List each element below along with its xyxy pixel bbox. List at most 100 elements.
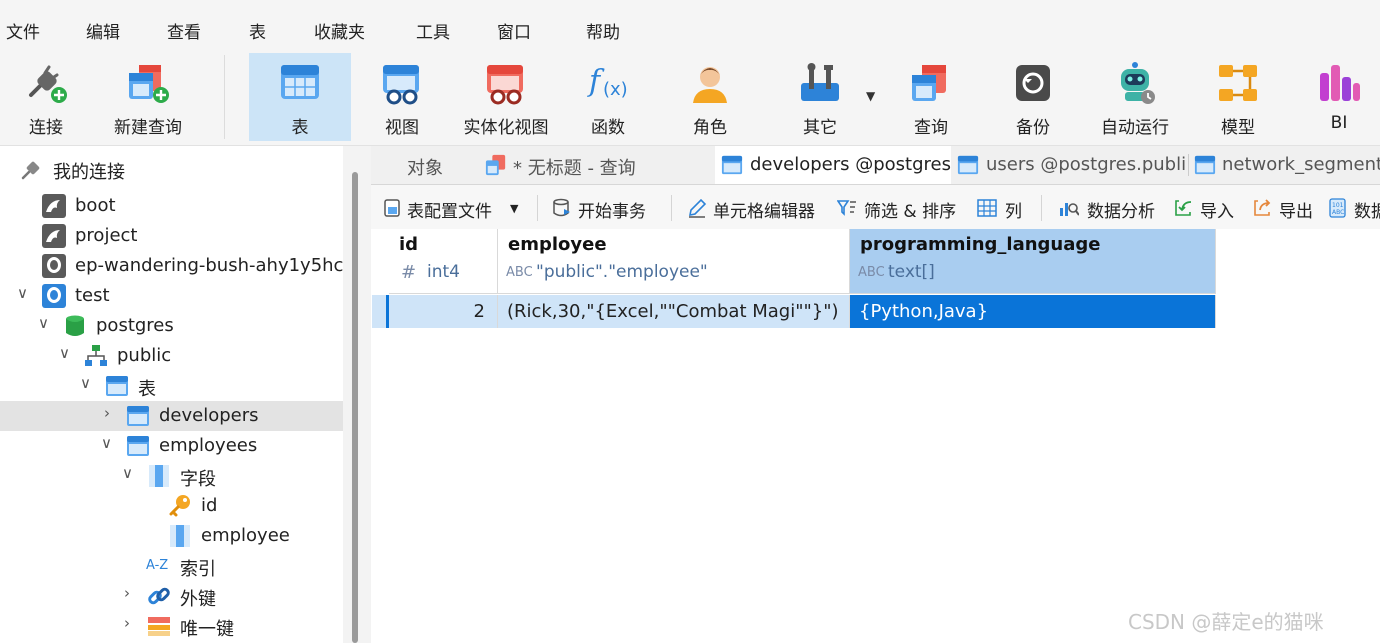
backup-button[interactable]: 备份 bbox=[990, 53, 1076, 141]
chevron-right-icon[interactable]: › bbox=[104, 404, 110, 422]
chevron-right-icon[interactable]: › bbox=[124, 614, 130, 632]
filter-sort-button[interactable]: 筛选 & 排序 bbox=[864, 197, 956, 222]
editor-tab-bar: 对象 * 无标题 - 查询 developers @postgres.publi… bbox=[371, 146, 1380, 185]
import-icon bbox=[1175, 200, 1192, 216]
tree-label-field-employee: employee bbox=[201, 525, 290, 546]
menu-view[interactable]: 查看 bbox=[167, 18, 201, 43]
new-query-label: 新建查询 bbox=[114, 118, 182, 138]
chevron-down-icon[interactable]: ∨ bbox=[59, 344, 70, 362]
export-icon bbox=[1254, 199, 1271, 216]
tab-developers[interactable]: developers @postgres.public bbox=[715, 146, 951, 184]
backup-label: 备份 bbox=[1016, 118, 1050, 138]
tree-item-test[interactable]: ∨ test bbox=[0, 281, 343, 311]
tree-item-public[interactable]: ∨ public bbox=[0, 341, 343, 371]
view-button[interactable]: 视图 bbox=[358, 53, 446, 141]
tab-network-segments[interactable]: network_segments bbox=[1190, 146, 1380, 184]
tree-label-indexes: 索引 bbox=[180, 559, 216, 580]
transaction-icon bbox=[553, 198, 570, 217]
chevron-down-icon[interactable]: ∨ bbox=[101, 434, 112, 452]
text-type-icon: ABC bbox=[858, 265, 885, 280]
config-dropdown-icon[interactable]: ▼ bbox=[510, 202, 518, 215]
menu-file[interactable]: 文件 bbox=[6, 18, 40, 43]
tree-label-ep-wandering-bush: ep-wandering-bush-ahy1y5hc- bbox=[75, 255, 350, 276]
tree-item-fields[interactable]: ∨ 字段 bbox=[0, 461, 343, 491]
chevron-down-icon[interactable]: ∨ bbox=[122, 464, 133, 482]
tab-untitled-query[interactable]: * 无标题 - 查询 bbox=[481, 146, 713, 184]
column-header-employee[interactable]: employee ABC "public"."employee" bbox=[498, 229, 850, 294]
tree-item-boot[interactable]: boot bbox=[0, 191, 343, 221]
connect-button[interactable]: 连接 bbox=[0, 53, 92, 141]
column-header-id[interactable]: id # int4 bbox=[389, 229, 498, 294]
export-button[interactable]: 导出 bbox=[1279, 197, 1313, 222]
connection-tree: 我的连接 boot project ep-wandering-bush-ahy1… bbox=[0, 146, 350, 643]
view-label: 视图 bbox=[385, 118, 419, 138]
tree-label-boot: boot bbox=[75, 195, 116, 216]
import-button[interactable]: 导入 bbox=[1200, 197, 1234, 222]
tab-developers-label: developers @postgres.public bbox=[750, 154, 951, 175]
other-button[interactable]: 其它 bbox=[776, 53, 864, 141]
postgresql-connection-icon bbox=[42, 254, 66, 278]
bi-button[interactable]: BI bbox=[1298, 53, 1380, 141]
table-cell-id[interactable]: 2 bbox=[389, 295, 498, 328]
menu-favorites[interactable]: 收藏夹 bbox=[314, 18, 365, 43]
tree-item-employees[interactable]: ∨ employees bbox=[0, 431, 343, 461]
tree-scrollbar[interactable] bbox=[352, 172, 358, 643]
query-button[interactable]: 查询 bbox=[888, 53, 974, 141]
table-config-button[interactable]: 表配置文件 bbox=[407, 197, 492, 222]
chevron-down-icon[interactable]: ∨ bbox=[80, 374, 91, 392]
menu-table[interactable]: 表 bbox=[249, 18, 266, 43]
chevron-down-icon[interactable]: ∨ bbox=[38, 314, 49, 332]
columns-button[interactable]: 列 bbox=[1005, 197, 1022, 222]
toolbar-divider bbox=[671, 195, 672, 221]
foreign-key-link-icon bbox=[148, 587, 170, 605]
model-label: 模型 bbox=[1221, 118, 1255, 138]
tree-root[interactable]: 我的连接 bbox=[0, 154, 343, 184]
menu-edit[interactable]: 编辑 bbox=[86, 18, 120, 43]
begin-transaction-button[interactable]: 开始事务 bbox=[578, 197, 646, 222]
automation-button[interactable]: 自动运行 bbox=[1090, 53, 1180, 141]
tree-item-ep-wandering-bush[interactable]: ep-wandering-bush-ahy1y5hc- bbox=[0, 251, 350, 281]
plug-icon bbox=[21, 161, 40, 180]
chevron-down-icon[interactable]: ∨ bbox=[17, 284, 28, 302]
tree-item-project[interactable]: project bbox=[0, 221, 343, 251]
unique-key-icon bbox=[148, 617, 170, 636]
watermark: CSDN @薛定e的猫咪 bbox=[1128, 610, 1324, 634]
tree-label-public: public bbox=[117, 345, 172, 366]
tab-untitled-query-label: * 无标题 - 查询 bbox=[513, 158, 636, 179]
materialized-view-button[interactable]: 实体化视图 bbox=[455, 53, 557, 141]
materialized-view-label: 实体化视图 bbox=[463, 118, 549, 138]
tree-item-postgres[interactable]: ∨ postgres bbox=[0, 311, 343, 341]
tree-item-foreign-keys[interactable]: › 外键 bbox=[0, 581, 343, 611]
user-role-icon bbox=[693, 67, 727, 103]
new-query-button[interactable]: 新建查询 bbox=[100, 53, 196, 141]
tab-users[interactable]: users @postgres.public bbox=[953, 146, 1187, 184]
function-button[interactable]: f (x) 函数 bbox=[566, 53, 650, 141]
filter-sort-icon bbox=[837, 200, 856, 216]
columns-icon bbox=[977, 199, 997, 217]
data-analysis-icon bbox=[1060, 203, 1079, 216]
menu-tools[interactable]: 工具 bbox=[416, 18, 450, 43]
data-generation-button[interactable]: 数据 bbox=[1354, 197, 1380, 222]
menu-window[interactable]: 窗口 bbox=[497, 18, 531, 43]
tab-objects[interactable]: 对象 bbox=[371, 146, 479, 184]
tree-item-field-id[interactable]: id bbox=[0, 491, 343, 521]
model-button[interactable]: 模型 bbox=[1196, 53, 1280, 141]
column-name: programming_language bbox=[860, 234, 1101, 255]
table-button[interactable]: 表 bbox=[249, 53, 351, 141]
other-dropdown-arrow-icon[interactable]: ▼ bbox=[866, 89, 875, 103]
tree-item-indexes[interactable]: A-Z 索引 bbox=[0, 551, 343, 581]
table-cell-programming-language[interactable]: {Python,Java} bbox=[850, 295, 1216, 328]
data-analysis-button[interactable]: 数据分析 bbox=[1087, 197, 1155, 222]
role-button[interactable]: 角色 bbox=[666, 53, 754, 141]
cell-editor-button[interactable]: 单元格编辑器 bbox=[713, 197, 815, 222]
query-icon bbox=[912, 65, 946, 101]
menu-help[interactable]: 帮助 bbox=[586, 18, 620, 43]
tree-item-tables[interactable]: ∨ 表 bbox=[0, 371, 343, 401]
tree-item-developers[interactable]: › developers bbox=[0, 401, 343, 431]
column-header-programming-language[interactable]: programming_language ABC text[] bbox=[850, 229, 1216, 294]
table-cell-employee[interactable]: (Rick,30,"{Excel,""Combat Magi""}") bbox=[498, 295, 850, 328]
chevron-right-icon[interactable]: › bbox=[124, 584, 130, 602]
other-label: 其它 bbox=[803, 118, 837, 138]
tree-item-unique-keys[interactable]: › 唯一键 bbox=[0, 611, 343, 641]
tree-item-field-employee[interactable]: employee bbox=[0, 521, 343, 551]
